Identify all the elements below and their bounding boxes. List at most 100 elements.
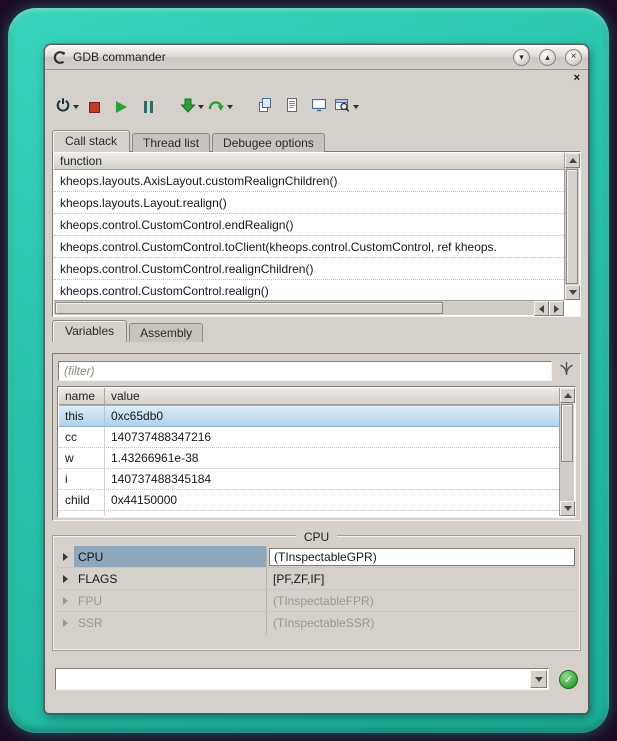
- scrollbar-thumb[interactable]: [566, 169, 578, 284]
- maximize-button[interactable]: ▴: [539, 49, 556, 66]
- register-group-value-cell: (TInspectableGPR): [266, 546, 577, 567]
- variable-name: w: [59, 448, 105, 468]
- command-row: ✓: [55, 667, 578, 691]
- callstack-horizontal-scrollbar[interactable]: [54, 300, 564, 315]
- scroll-down-button[interactable]: [565, 285, 580, 300]
- scrollbar-track[interactable]: [444, 301, 534, 315]
- pause-icon: [144, 101, 153, 113]
- variables-vertical-scrollbar[interactable]: [559, 388, 574, 516]
- register-group-value: (TInspectableSSR): [266, 612, 577, 634]
- run-button[interactable]: [109, 93, 133, 121]
- variable-value: 140737488345184: [105, 469, 559, 489]
- column-header-value[interactable]: value: [105, 388, 559, 404]
- scroll-left-button[interactable]: [534, 301, 549, 316]
- arrow-up-icon: [564, 393, 572, 398]
- variables-rows: this 0xc65db0 cc 140737488347216 w 1.432…: [59, 405, 559, 516]
- callstack-row[interactable]: kheops.control.CustomControl.realign(): [54, 280, 564, 300]
- scroll-up-button[interactable]: [560, 388, 575, 403]
- variable-row[interactable]: w 1.43266961e-38: [59, 448, 559, 469]
- pages-icon: [257, 97, 273, 118]
- variable-value: 1.43266961e-38: [105, 511, 559, 516]
- expander-icon[interactable]: [56, 612, 74, 634]
- callstack-row[interactable]: kheops.control.CustomControl.realignChil…: [54, 258, 564, 280]
- register-group-name: FPU: [74, 590, 266, 611]
- variable-name: i: [59, 469, 105, 489]
- register-group-name: CPU: [74, 546, 266, 567]
- register-group-value: (TInspectableFPR): [266, 590, 577, 611]
- chevron-down-icon: [198, 105, 204, 109]
- power-button[interactable]: [55, 93, 79, 121]
- variables-panel: name value this 0xc65db0 cc 140737488347…: [52, 353, 581, 521]
- cpu-groupbox: CPU CPU (TInspectableGPR) FLAGS [PF,ZF,I…: [52, 535, 581, 651]
- arrow-right-icon: [554, 305, 559, 313]
- tab-variables[interactable]: Variables: [52, 320, 127, 342]
- callstack-row[interactable]: kheops.control.CustomControl.toClient(kh…: [54, 236, 564, 258]
- cpu-row[interactable]: SSR (TInspectableSSR): [56, 612, 577, 634]
- filter-input[interactable]: [58, 361, 552, 381]
- column-header-name[interactable]: name: [59, 388, 105, 404]
- variable-name: b: [59, 511, 105, 516]
- expander-icon[interactable]: [56, 590, 74, 611]
- variable-row[interactable]: this 0xc65db0: [59, 405, 559, 427]
- monitor-icon: [311, 97, 327, 118]
- scroll-up-button[interactable]: [565, 153, 580, 168]
- scroll-down-button[interactable]: [560, 501, 575, 516]
- variable-value: 0x44150000: [105, 490, 559, 510]
- shade-button[interactable]: ▾: [513, 49, 530, 66]
- stop-button[interactable]: [82, 93, 106, 121]
- expander-icon[interactable]: [56, 546, 74, 567]
- tab-assembly[interactable]: Assembly: [129, 323, 203, 342]
- variable-row[interactable]: child 0x44150000: [59, 490, 559, 511]
- scrollbar-track[interactable]: [560, 463, 574, 501]
- command-combobox[interactable]: [55, 668, 549, 690]
- cpu-row[interactable]: FPU (TInspectableFPR): [56, 590, 577, 612]
- scrollbar-thumb[interactable]: [55, 302, 443, 314]
- scroll-right-button[interactable]: [549, 301, 564, 316]
- arrow-down-icon: [569, 290, 577, 295]
- tab-debugee-options[interactable]: Debugee options: [212, 133, 325, 152]
- tab-thread-list[interactable]: Thread list: [132, 133, 210, 152]
- arrow-down-icon: [535, 677, 543, 682]
- cpu-group-title: CPU: [53, 528, 580, 546]
- variable-row[interactable]: cc 140737488347216: [59, 427, 559, 448]
- combobox-dropdown-button[interactable]: [530, 670, 547, 688]
- step-into-button[interactable]: [180, 93, 204, 121]
- document-button[interactable]: [280, 93, 304, 121]
- chevron-down-icon: [73, 105, 79, 109]
- watch-window-button[interactable]: [307, 93, 331, 121]
- step-over-button[interactable]: [207, 93, 233, 121]
- callstack-row[interactable]: kheops.control.CustomControl.endRealign(…: [54, 214, 564, 236]
- command-input[interactable]: [57, 670, 530, 688]
- callstack-vertical-scrollbar[interactable]: [564, 153, 579, 300]
- inspector-icon: [334, 97, 351, 118]
- dock-close-button[interactable]: ×: [574, 73, 580, 84]
- tab-call-stack[interactable]: Call stack: [52, 130, 130, 152]
- callstack-tabbar: Call stack Thread list Debugee options: [45, 127, 588, 151]
- filter-row: [57, 358, 576, 384]
- cpu-row[interactable]: CPU (TInspectableGPR): [56, 546, 577, 568]
- callstack-row[interactable]: kheops.layouts.AxisLayout.customRealignC…: [54, 170, 564, 192]
- callstack-row[interactable]: kheops.layouts.Layout.realign(): [54, 192, 564, 214]
- register-value-editor[interactable]: (TInspectableGPR): [269, 548, 575, 566]
- document-icon: [284, 97, 300, 118]
- debug-toolbar: [45, 87, 588, 127]
- source-pages-button[interactable]: [253, 93, 277, 121]
- variables-table: name value this 0xc65db0 cc 140737488347…: [57, 386, 576, 518]
- scrollbar-thumb[interactable]: [561, 404, 573, 462]
- cpu-row[interactable]: FLAGS [PF,ZF,IF]: [56, 568, 577, 590]
- pause-button[interactable]: [136, 93, 160, 121]
- inspector-button[interactable]: [334, 93, 359, 121]
- ok-button[interactable]: ✓: [559, 670, 578, 689]
- titlebar[interactable]: GDB commander ▾ ▴ ×: [45, 45, 588, 70]
- variable-row[interactable]: b 1.43266961e-38: [59, 511, 559, 516]
- column-header-function[interactable]: function: [60, 154, 102, 168]
- close-button[interactable]: ×: [565, 49, 582, 66]
- expander-icon[interactable]: [56, 568, 74, 589]
- chevron-down-icon: [353, 105, 359, 109]
- variable-name: child: [59, 490, 105, 510]
- variable-row[interactable]: i 140737488345184: [59, 469, 559, 490]
- variable-name: this: [59, 406, 105, 426]
- filter-claw-icon[interactable]: [558, 360, 575, 382]
- variable-value: 140737488347216: [105, 427, 559, 447]
- arrow-left-icon: [539, 305, 544, 313]
